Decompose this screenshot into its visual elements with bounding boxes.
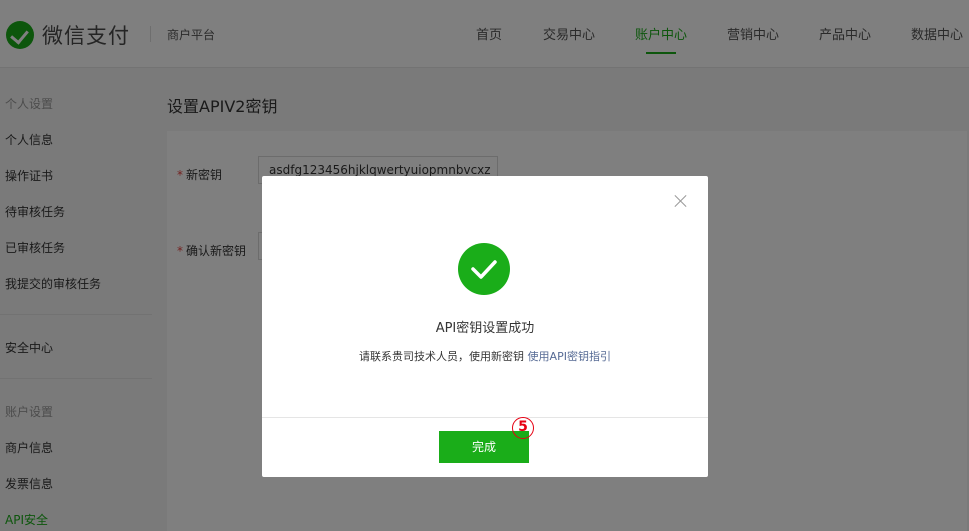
dialog-description: 请联系贵司技术人员，使用新密钥 使用API密钥指引 [262,348,708,364]
api-key-guide-link[interactable]: 使用API密钥指引 [528,350,611,363]
success-check-icon [458,243,510,295]
step-marker: 5 [512,417,534,439]
close-icon[interactable] [674,194,688,208]
dialog-footer-divider [262,417,708,418]
success-dialog: API密钥设置成功 请联系贵司技术人员，使用新密钥 使用API密钥指引 完成 [262,176,708,477]
dialog-title: API密钥设置成功 [435,321,535,336]
dialog-description-text: 请联系贵司技术人员，使用新密钥 [359,350,525,363]
